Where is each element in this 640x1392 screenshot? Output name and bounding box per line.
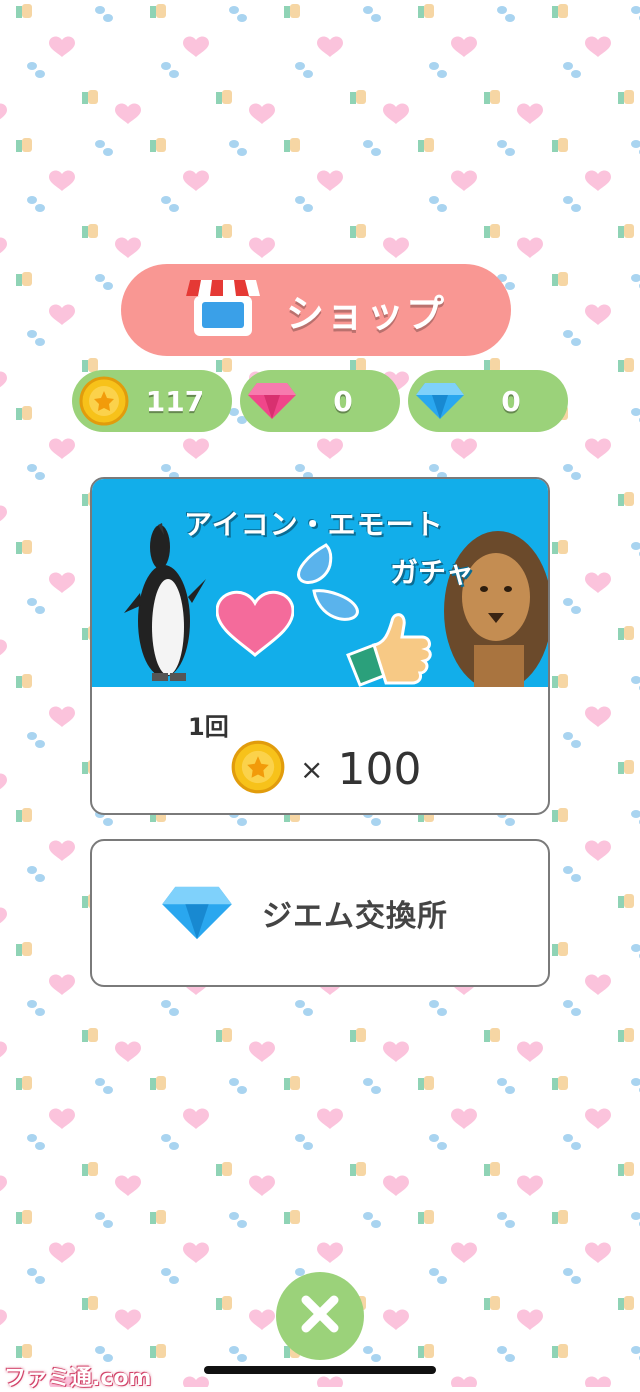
gacha-card[interactable]: アイコン・エモート ガチャ 1回 × 100 [90,477,550,815]
home-indicator[interactable] [204,1366,436,1374]
draw-count-label: 1回 [188,713,229,741]
gacha-title-line1: アイコン・エモート [184,508,444,541]
blue-gem-icon [412,373,468,429]
blue-gem-count: 0 [501,384,521,418]
lion-image [444,531,548,687]
close-button[interactable] [276,1272,364,1360]
gacha-cost: × 100 [230,739,421,799]
close-icon [298,1292,342,1340]
gem-exchange-label: ジエム交換所 [262,899,448,934]
watermark: ファミ通.com [4,1366,152,1391]
coin-balance: 117 [72,370,232,432]
blue-gem-icon [160,884,234,942]
shop-title-banner: ショップ [121,264,511,356]
pink-gem-balance: 0 [240,370,400,432]
gacha-title-line2: ガチャ [390,556,474,589]
coin-count: 117 [145,384,205,418]
shop-title: ショップ [285,291,446,336]
gacha-price-area: 1回 × 100 [92,687,548,813]
blue-gem-balance: 0 [408,370,568,432]
heart-icon [216,590,294,657]
gold-coin-icon [230,739,286,799]
storefront-icon [185,278,260,342]
gacha-banner: アイコン・エモート ガチャ [92,479,548,687]
cost-times-sign: × [300,752,324,786]
pink-gem-count: 0 [333,384,353,418]
pink-gem-icon [244,373,300,429]
cost-amount: 100 [337,743,422,795]
gold-coin-icon [76,373,132,429]
gem-exchange-button[interactable]: ジエム交換所 [90,839,550,987]
penguin-image [124,523,206,681]
thumbs-up-icon [346,613,432,687]
